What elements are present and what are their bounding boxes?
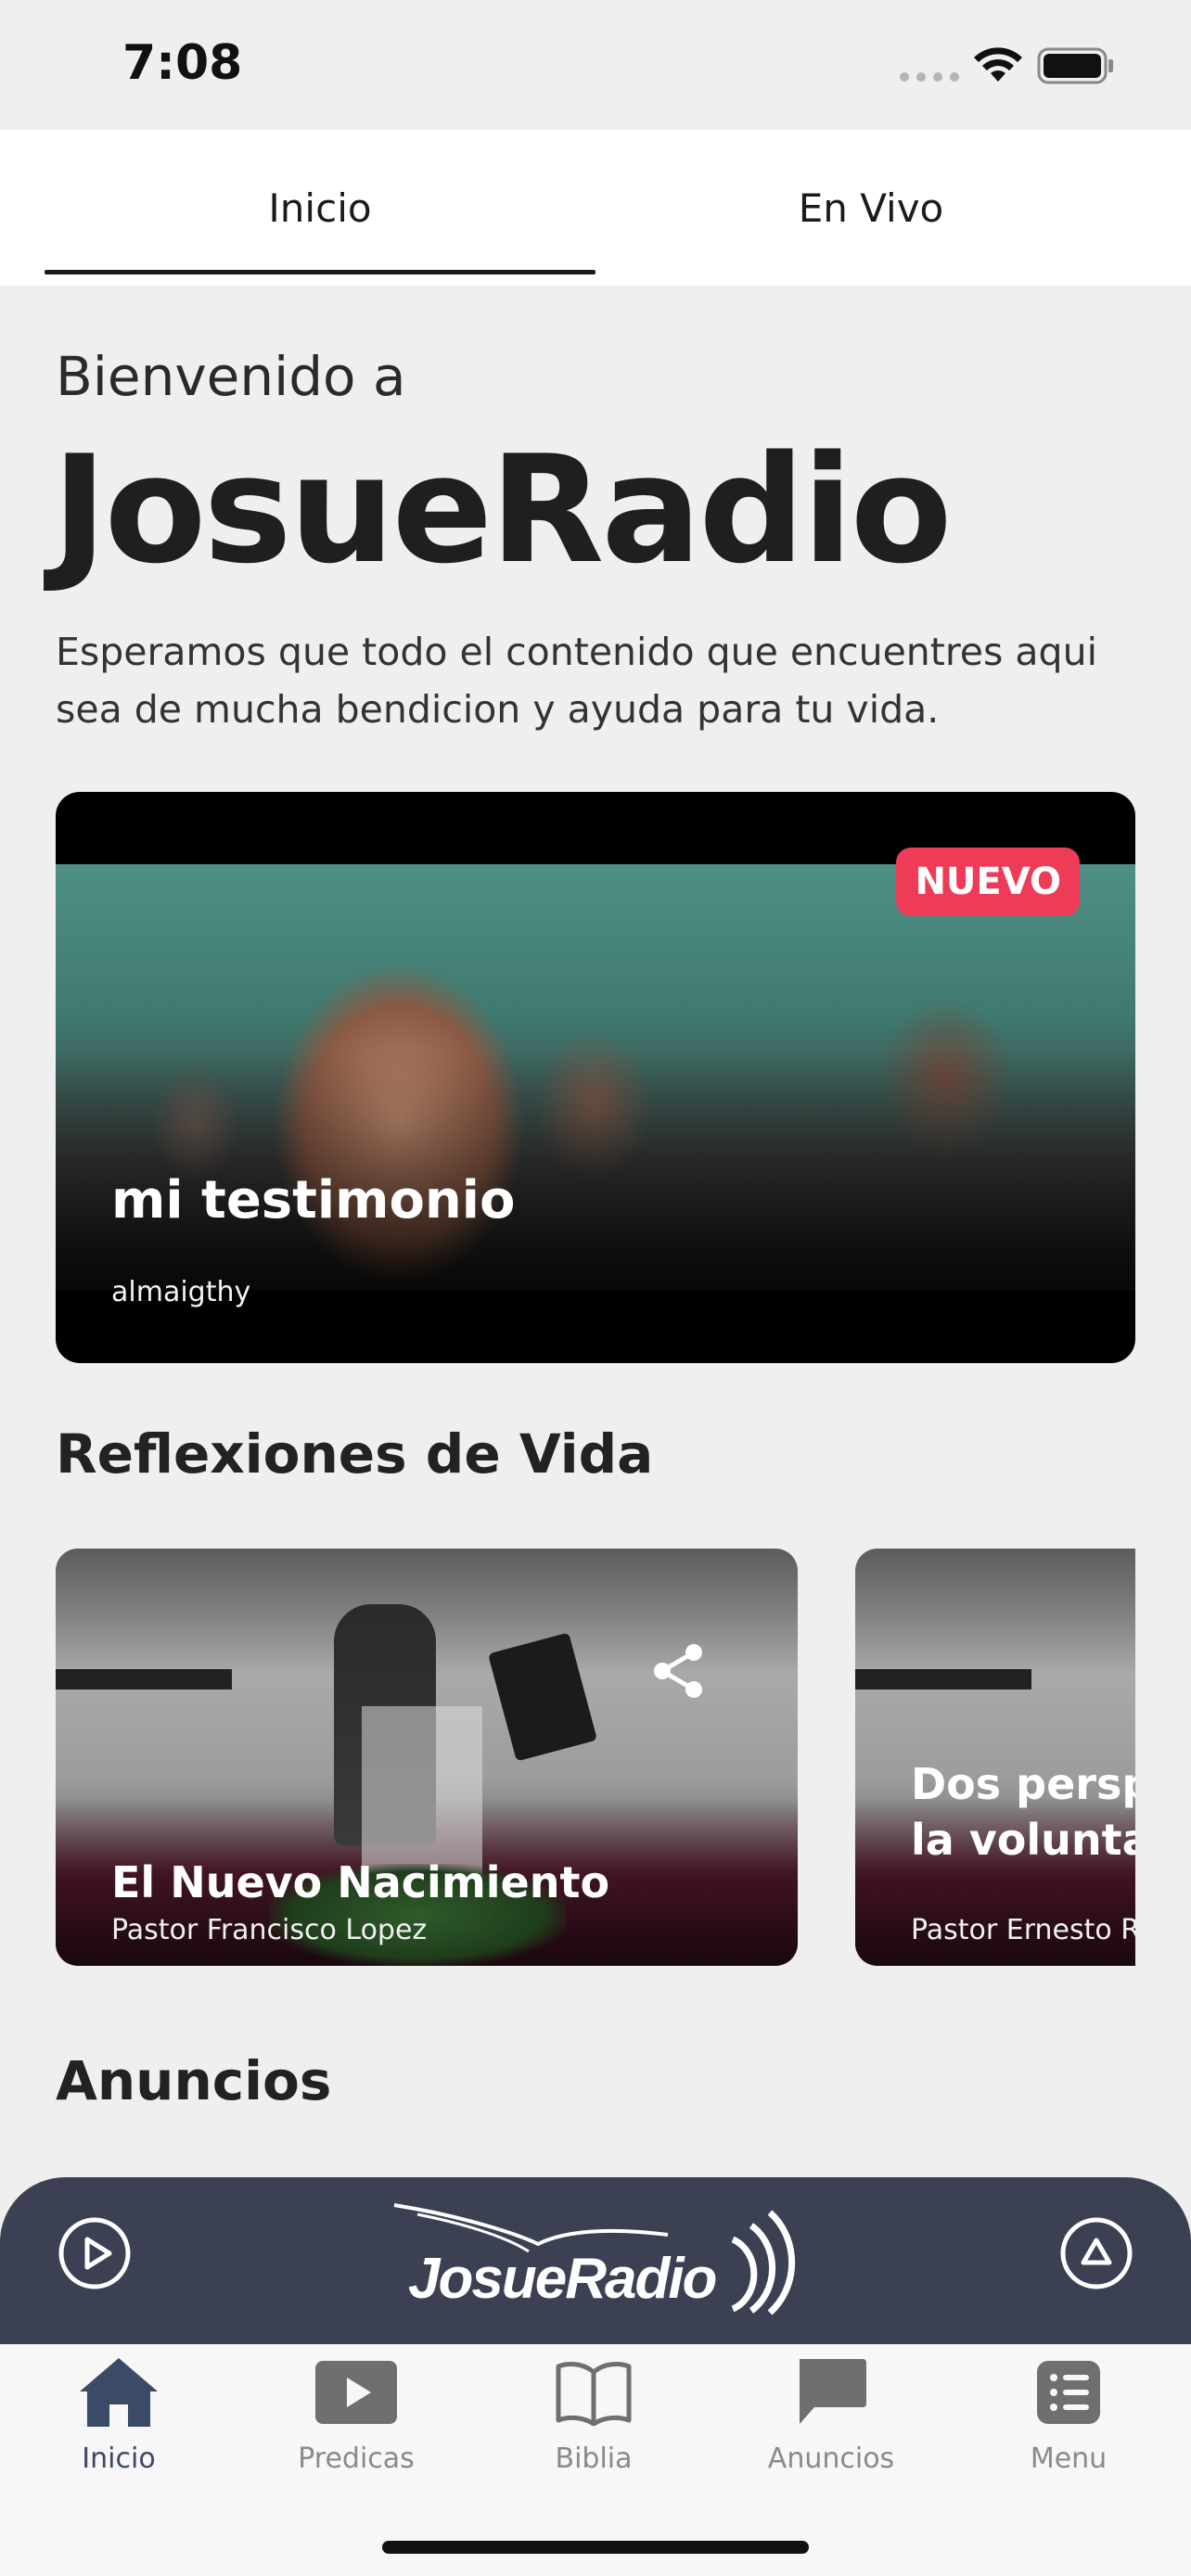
- book-icon: [556, 2362, 632, 2426]
- status-bar: 7:08: [0, 0, 1191, 130]
- featured-card[interactable]: NUEVO mi testimonio almaigthy: [56, 792, 1135, 1363]
- page-title: JosueRadio: [52, 423, 953, 596]
- nav-label: Predicas: [298, 2442, 415, 2475]
- chat-icon: [800, 2359, 866, 2424]
- battery-icon: [1037, 47, 1113, 84]
- nav-label: Menu: [1030, 2442, 1108, 2475]
- sermon-title: El Nuevo Nacimiento: [111, 1857, 610, 1907]
- nav-item-anuncios[interactable]: Anuncios: [712, 2344, 950, 2502]
- svg-text:JosueRadio: JosueRadio: [408, 2247, 716, 2311]
- featured-author: almaigthy: [111, 1276, 251, 1308]
- home-indicator[interactable]: [382, 2541, 809, 2554]
- share-icon[interactable]: [649, 1641, 709, 1701]
- video-icon: [315, 2361, 397, 2424]
- list-icon: [1037, 2361, 1100, 2424]
- sermon-card[interactable]: Dos perspectivas de la voluntad de Dios …: [855, 1549, 1135, 1966]
- featured-title: mi testimonio: [111, 1170, 516, 1231]
- radio-player-bar[interactable]: JosueRadio: [0, 2177, 1191, 2344]
- sermon-title: Dos perspectivas de la voluntad de Dios: [911, 1759, 1135, 1865]
- welcome-text: Bienvenido a: [56, 345, 406, 408]
- nav-label: Anuncios: [767, 2442, 895, 2475]
- signal-icon: [900, 72, 959, 82]
- section-title-reflexiones: Reflexiones de Vida: [56, 1422, 654, 1486]
- sermon-author: Pastor Ernesto Ro: [911, 1914, 1135, 1946]
- tab-inicio[interactable]: Inicio: [45, 130, 596, 286]
- sermon-card[interactable]: El Nuevo Nacimiento Pastor Francisco Lop…: [56, 1549, 798, 1966]
- nav-item-predicas[interactable]: Predicas: [237, 2344, 475, 2502]
- nav-item-inicio[interactable]: Inicio: [0, 2344, 237, 2502]
- tab-en-vivo[interactable]: En Vivo: [596, 130, 1146, 286]
- status-time: 7:08: [122, 35, 243, 91]
- sermon-author: Pastor Francisco Lopez: [111, 1914, 428, 1946]
- intro-text: Esperamos que todo el contenido que encu…: [56, 630, 1097, 732]
- nav-label: Biblia: [555, 2442, 633, 2475]
- top-tabs: Inicio En Vivo: [0, 130, 1191, 286]
- thumbnail-detail: [56, 1669, 232, 1690]
- expand-player-icon[interactable]: [1059, 2216, 1133, 2290]
- reflexiones-carousel[interactable]: El Nuevo Nacimiento Pastor Francisco Lop…: [56, 1549, 1135, 1966]
- wifi-icon: [974, 47, 1022, 82]
- thumbnail-detail: [855, 1669, 1031, 1690]
- josueradio-logo: JosueRadio: [393, 2203, 796, 2315]
- play-icon[interactable]: [58, 2216, 132, 2290]
- nav-item-menu[interactable]: Menu: [950, 2344, 1187, 2502]
- home-icon: [80, 2358, 158, 2427]
- nav-item-biblia[interactable]: Biblia: [475, 2344, 712, 2502]
- nav-label: Inicio: [82, 2442, 156, 2475]
- section-title-anuncios: Anuncios: [56, 2049, 332, 2112]
- new-badge: NUEVO: [896, 848, 1080, 916]
